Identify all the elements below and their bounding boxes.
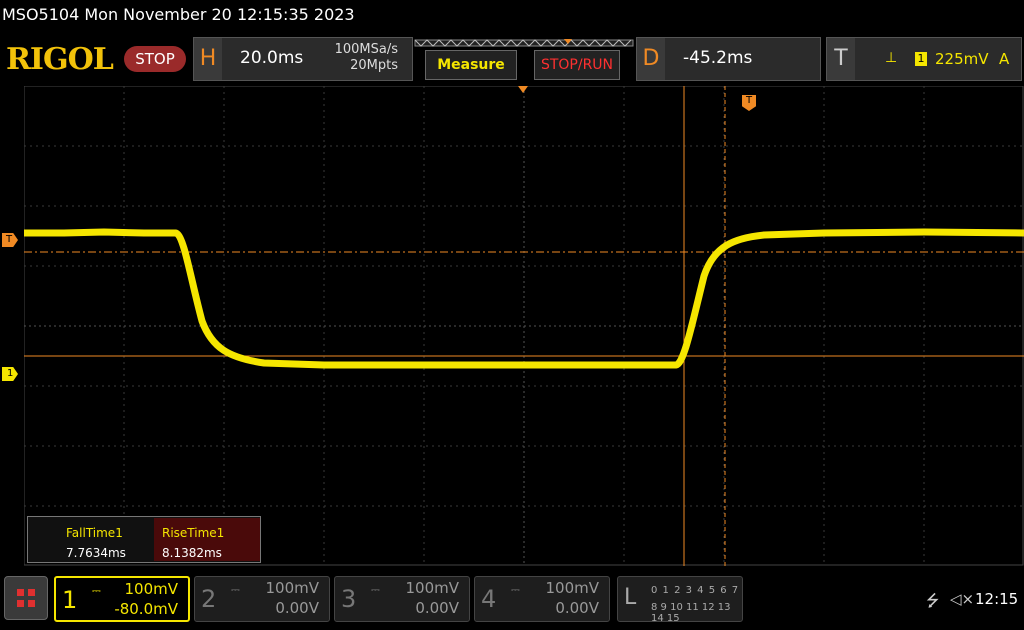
waveform-grid[interactable] [24,86,1024,566]
window-title: MSO5104 Mon November 20 12:15:35 2023 [2,5,355,24]
rise-time-label: RiseTime1 [162,526,225,540]
fall-time-label: FallTime1 [66,526,123,540]
rise-time-value: 8.1382ms [162,546,222,560]
channel-scale: 100mV [545,579,599,597]
channel-2-panel[interactable]: 2 ⎓ 100mV 0.00V [194,576,330,622]
timebase-value: 20.0ms [240,48,304,68]
channel-scale: 100mV [124,580,178,598]
dc-coupling-icon: ⎓ [371,583,380,596]
channel-offset: -80.0mV [114,600,178,618]
channel-1-panel[interactable]: 1 ⎓ 100mV -80.0mV [54,576,190,622]
logic-channels-row2: 8 9 10 11 12 13 14 15 [651,602,731,624]
measurement-results[interactable]: FallTime1 7.7634ms RiseTime1 8.1382ms [27,516,261,563]
channel-offset: 0.00V [415,599,459,617]
memory-position-bar[interactable] [414,36,634,50]
trigger-panel[interactable]: T ⊥ 1 225mV A [826,37,1022,81]
logic-channels-row1: 0 1 2 3 4 5 6 7 [651,585,740,596]
usb-icon: ⭍ [926,591,940,610]
channel-scale: 100mV [265,579,319,597]
horizontal-panel[interactable]: H 20.0ms 100MSa/s 20Mpts [193,37,413,81]
status-clock: 12:15 [975,590,1019,608]
delay-panel[interactable]: D -45.2ms [636,37,821,81]
delay-value: -45.2ms [683,48,753,68]
channel-number: 1 [62,586,78,614]
trigger-mode: A [999,50,1010,68]
logic-letter: L [624,585,637,610]
title-bar: MSO5104 Mon November 20 12:15:35 2023 [0,0,1024,32]
channel-number: 4 [481,585,497,613]
channel1-offset-marker[interactable]: 1 [2,367,18,381]
channel-number: 2 [201,585,217,613]
channel-4-panel[interactable]: 4 ⎓ 100mV 0.00V [474,576,610,622]
channel-number: 3 [341,585,357,613]
channel-offset: 0.00V [275,599,319,617]
dc-coupling-icon: ⎓ [92,584,101,597]
trigger-level-marker[interactable]: T [2,233,18,247]
grid-center-axes [24,86,1024,566]
logic-analyzer-panel[interactable]: L 0 1 2 3 4 5 6 7 8 9 10 11 12 13 14 15 [617,576,743,624]
top-status-bar: RIGOL STOP H 20.0ms 100MSa/s 20Mpts Meas… [0,32,1024,86]
trigger-letter: T [827,38,855,80]
memory-depth: 20Mpts [350,58,398,73]
sample-rate: 100MSa/s [334,42,398,57]
measure-button[interactable]: Measure [425,50,517,80]
channel-3-panel[interactable]: 3 ⎓ 100mV 0.00V [334,576,470,622]
delay-letter: D [637,38,665,80]
trigger-source-badge: 1 [915,52,927,66]
rising-edge-icon: ⊥ [885,50,898,66]
trigger-level: 225mV [935,50,989,68]
channel-offset: 0.00V [555,599,599,617]
bottom-bar: 1 ⎓ 100mV -80.0mV 2 ⎓ 100mV 0.00V 3 ⎓ 10… [0,570,1024,630]
menu-grid-icon [17,589,24,596]
grid-svg [24,86,1024,566]
rigol-logo: RIGOL [6,42,114,77]
sound-muted-icon[interactable]: ◁× [950,590,974,608]
stop-run-button[interactable]: STOP/RUN [534,50,620,80]
dc-coupling-icon: ⎓ [231,583,240,596]
fall-time-value: 7.7634ms [66,546,126,560]
dc-coupling-icon: ⎓ [511,583,520,596]
horizontal-letter: H [194,38,222,80]
main-menu-button[interactable] [4,576,48,620]
run-state-badge[interactable]: STOP [124,46,186,72]
channel-scale: 100mV [405,579,459,597]
horizontal-center-marker [518,86,528,94]
